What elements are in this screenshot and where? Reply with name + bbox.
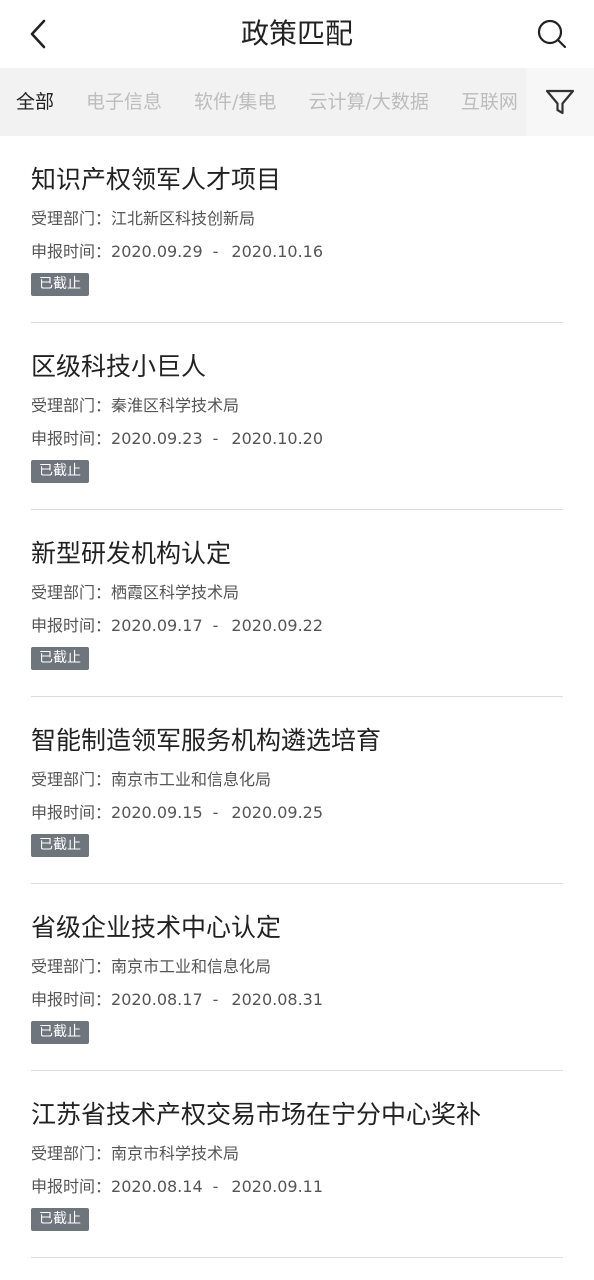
page-title: 政策匹配: [240, 17, 353, 50]
department-line: 受理部门：南京市工业和信息化局: [31, 769, 271, 791]
policy-list: 知识产权领军人才项目 受理部门：江北新区科技创新局 申报时间：2020.09.29-…: [0, 136, 594, 1258]
policy-list-item[interactable]: 区级科技小巨人 受理部门：秦淮区科学技术局 申报时间：2020.09.23-2020…: [31, 323, 563, 510]
date-line: 申报时间：2020.09.23-2020.10.20: [31, 428, 323, 450]
department-label: 受理部门：: [31, 957, 112, 976]
policy-list-item[interactable]: 江苏省技术产权交易市场在宁分中心奖补 受理部门：南京市科学技术局 申报时间：2020…: [31, 1071, 563, 1258]
date-separator: -: [212, 990, 219, 1009]
tab-category[interactable]: 电子信息: [86, 68, 162, 136]
status-badge: 已截止: [31, 1021, 89, 1044]
end-date: 2020.08.31: [231, 990, 324, 1009]
end-date: 2020.09.25: [231, 803, 324, 822]
date-label: 申报时间：: [31, 803, 112, 822]
department-value: 江北新区科技创新局: [111, 209, 256, 228]
top-bar: 政策匹配: [0, 0, 594, 68]
tab-category[interactable]: 云计算/大数据: [308, 68, 428, 136]
start-date: 2020.09.15: [111, 803, 203, 822]
date-label: 申报时间：: [31, 429, 112, 448]
date-label: 申报时间：: [31, 242, 112, 261]
date-line: 申报时间：2020.09.15-2020.09.25: [31, 802, 323, 824]
tab-category[interactable]: 软件/集电: [194, 68, 276, 136]
policy-title: 知识产权领军人才项目: [31, 165, 282, 194]
department-line: 受理部门：栖霞区科学技术局: [31, 582, 239, 604]
date-separator: -: [212, 803, 219, 822]
tab-category[interactable]: 全部: [16, 68, 54, 136]
department-label: 受理部门：: [31, 583, 112, 602]
department-line: 受理部门：南京市科学技术局: [31, 1143, 239, 1165]
status-badge: 已截止: [31, 834, 89, 857]
search-button[interactable]: [532, 14, 572, 54]
department-value: 南京市科学技术局: [111, 1144, 240, 1163]
end-date: 2020.09.11: [231, 1177, 324, 1196]
date-line: 申报时间：2020.08.17-2020.08.31: [31, 989, 323, 1011]
date-label: 申报时间：: [31, 616, 112, 635]
date-separator: -: [212, 429, 219, 448]
start-date: 2020.09.23: [111, 429, 203, 448]
policy-title: 区级科技小巨人: [31, 352, 207, 381]
department-value: 南京市工业和信息化局: [111, 770, 272, 789]
policy-title: 江苏省技术产权交易市场在宁分中心奖补: [31, 1100, 482, 1129]
department-line: 受理部门：江北新区科技创新局: [31, 208, 255, 230]
status-badge: 已截止: [31, 273, 89, 296]
department-label: 受理部门：: [31, 396, 112, 415]
policy-list-item[interactable]: 新型研发机构认定 受理部门：栖霞区科学技术局 申报时间：2020.09.17-202…: [31, 510, 563, 697]
date-label: 申报时间：: [31, 1177, 112, 1196]
end-date: 2020.10.20: [231, 429, 324, 448]
category-tab-bar: 全部 电子信息 软件/集电 云计算/大数据 互联网: [0, 68, 594, 136]
department-value: 南京市工业和信息化局: [111, 957, 272, 976]
date-separator: -: [212, 242, 219, 261]
department-value: 秦淮区科学技术局: [111, 396, 240, 415]
policy-list-item[interactable]: 智能制造领军服务机构遴选培育 受理部门：南京市工业和信息化局 申报时间：2020.0…: [31, 697, 563, 884]
date-label: 申报时间：: [31, 990, 112, 1009]
policy-list-item[interactable]: 省级企业技术中心认定 受理部门：南京市工业和信息化局 申报时间：2020.08.17…: [31, 884, 563, 1071]
policy-list-item[interactable]: 知识产权领军人才项目 受理部门：江北新区科技创新局 申报时间：2020.09.29-…: [31, 136, 563, 323]
status-badge: 已截止: [31, 647, 89, 670]
policy-title: 省级企业技术中心认定: [31, 913, 282, 942]
date-line: 申报时间：2020.09.29-2020.10.16: [31, 241, 323, 263]
search-icon: [537, 19, 567, 49]
filter-icon: [545, 89, 575, 115]
status-badge: 已截止: [31, 460, 89, 483]
category-tabs[interactable]: 全部 电子信息 软件/集电 云计算/大数据 互联网: [0, 68, 526, 136]
policy-title: 新型研发机构认定: [31, 539, 232, 568]
department-value: 栖霞区科学技术局: [111, 583, 240, 602]
date-separator: -: [212, 1177, 219, 1196]
status-badge: 已截止: [31, 1208, 89, 1231]
tab-category[interactable]: 互联网: [461, 68, 518, 136]
policy-title: 智能制造领军服务机构遴选培育: [31, 726, 382, 755]
department-label: 受理部门：: [31, 770, 112, 789]
end-date: 2020.10.16: [231, 242, 324, 261]
date-line: 申报时间：2020.08.14-2020.09.11: [31, 1176, 323, 1198]
department-line: 受理部门：南京市工业和信息化局: [31, 956, 271, 978]
department-label: 受理部门：: [31, 1144, 112, 1163]
end-date: 2020.09.22: [231, 616, 324, 635]
filter-button[interactable]: [526, 68, 594, 136]
start-date: 2020.08.14: [111, 1177, 203, 1196]
start-date: 2020.09.29: [111, 242, 203, 261]
start-date: 2020.08.17: [111, 990, 203, 1009]
department-label: 受理部门：: [31, 209, 112, 228]
date-line: 申报时间：2020.09.17-2020.09.22: [31, 615, 323, 637]
department-line: 受理部门：秦淮区科学技术局: [31, 395, 239, 417]
date-separator: -: [212, 616, 219, 635]
start-date: 2020.09.17: [111, 616, 203, 635]
